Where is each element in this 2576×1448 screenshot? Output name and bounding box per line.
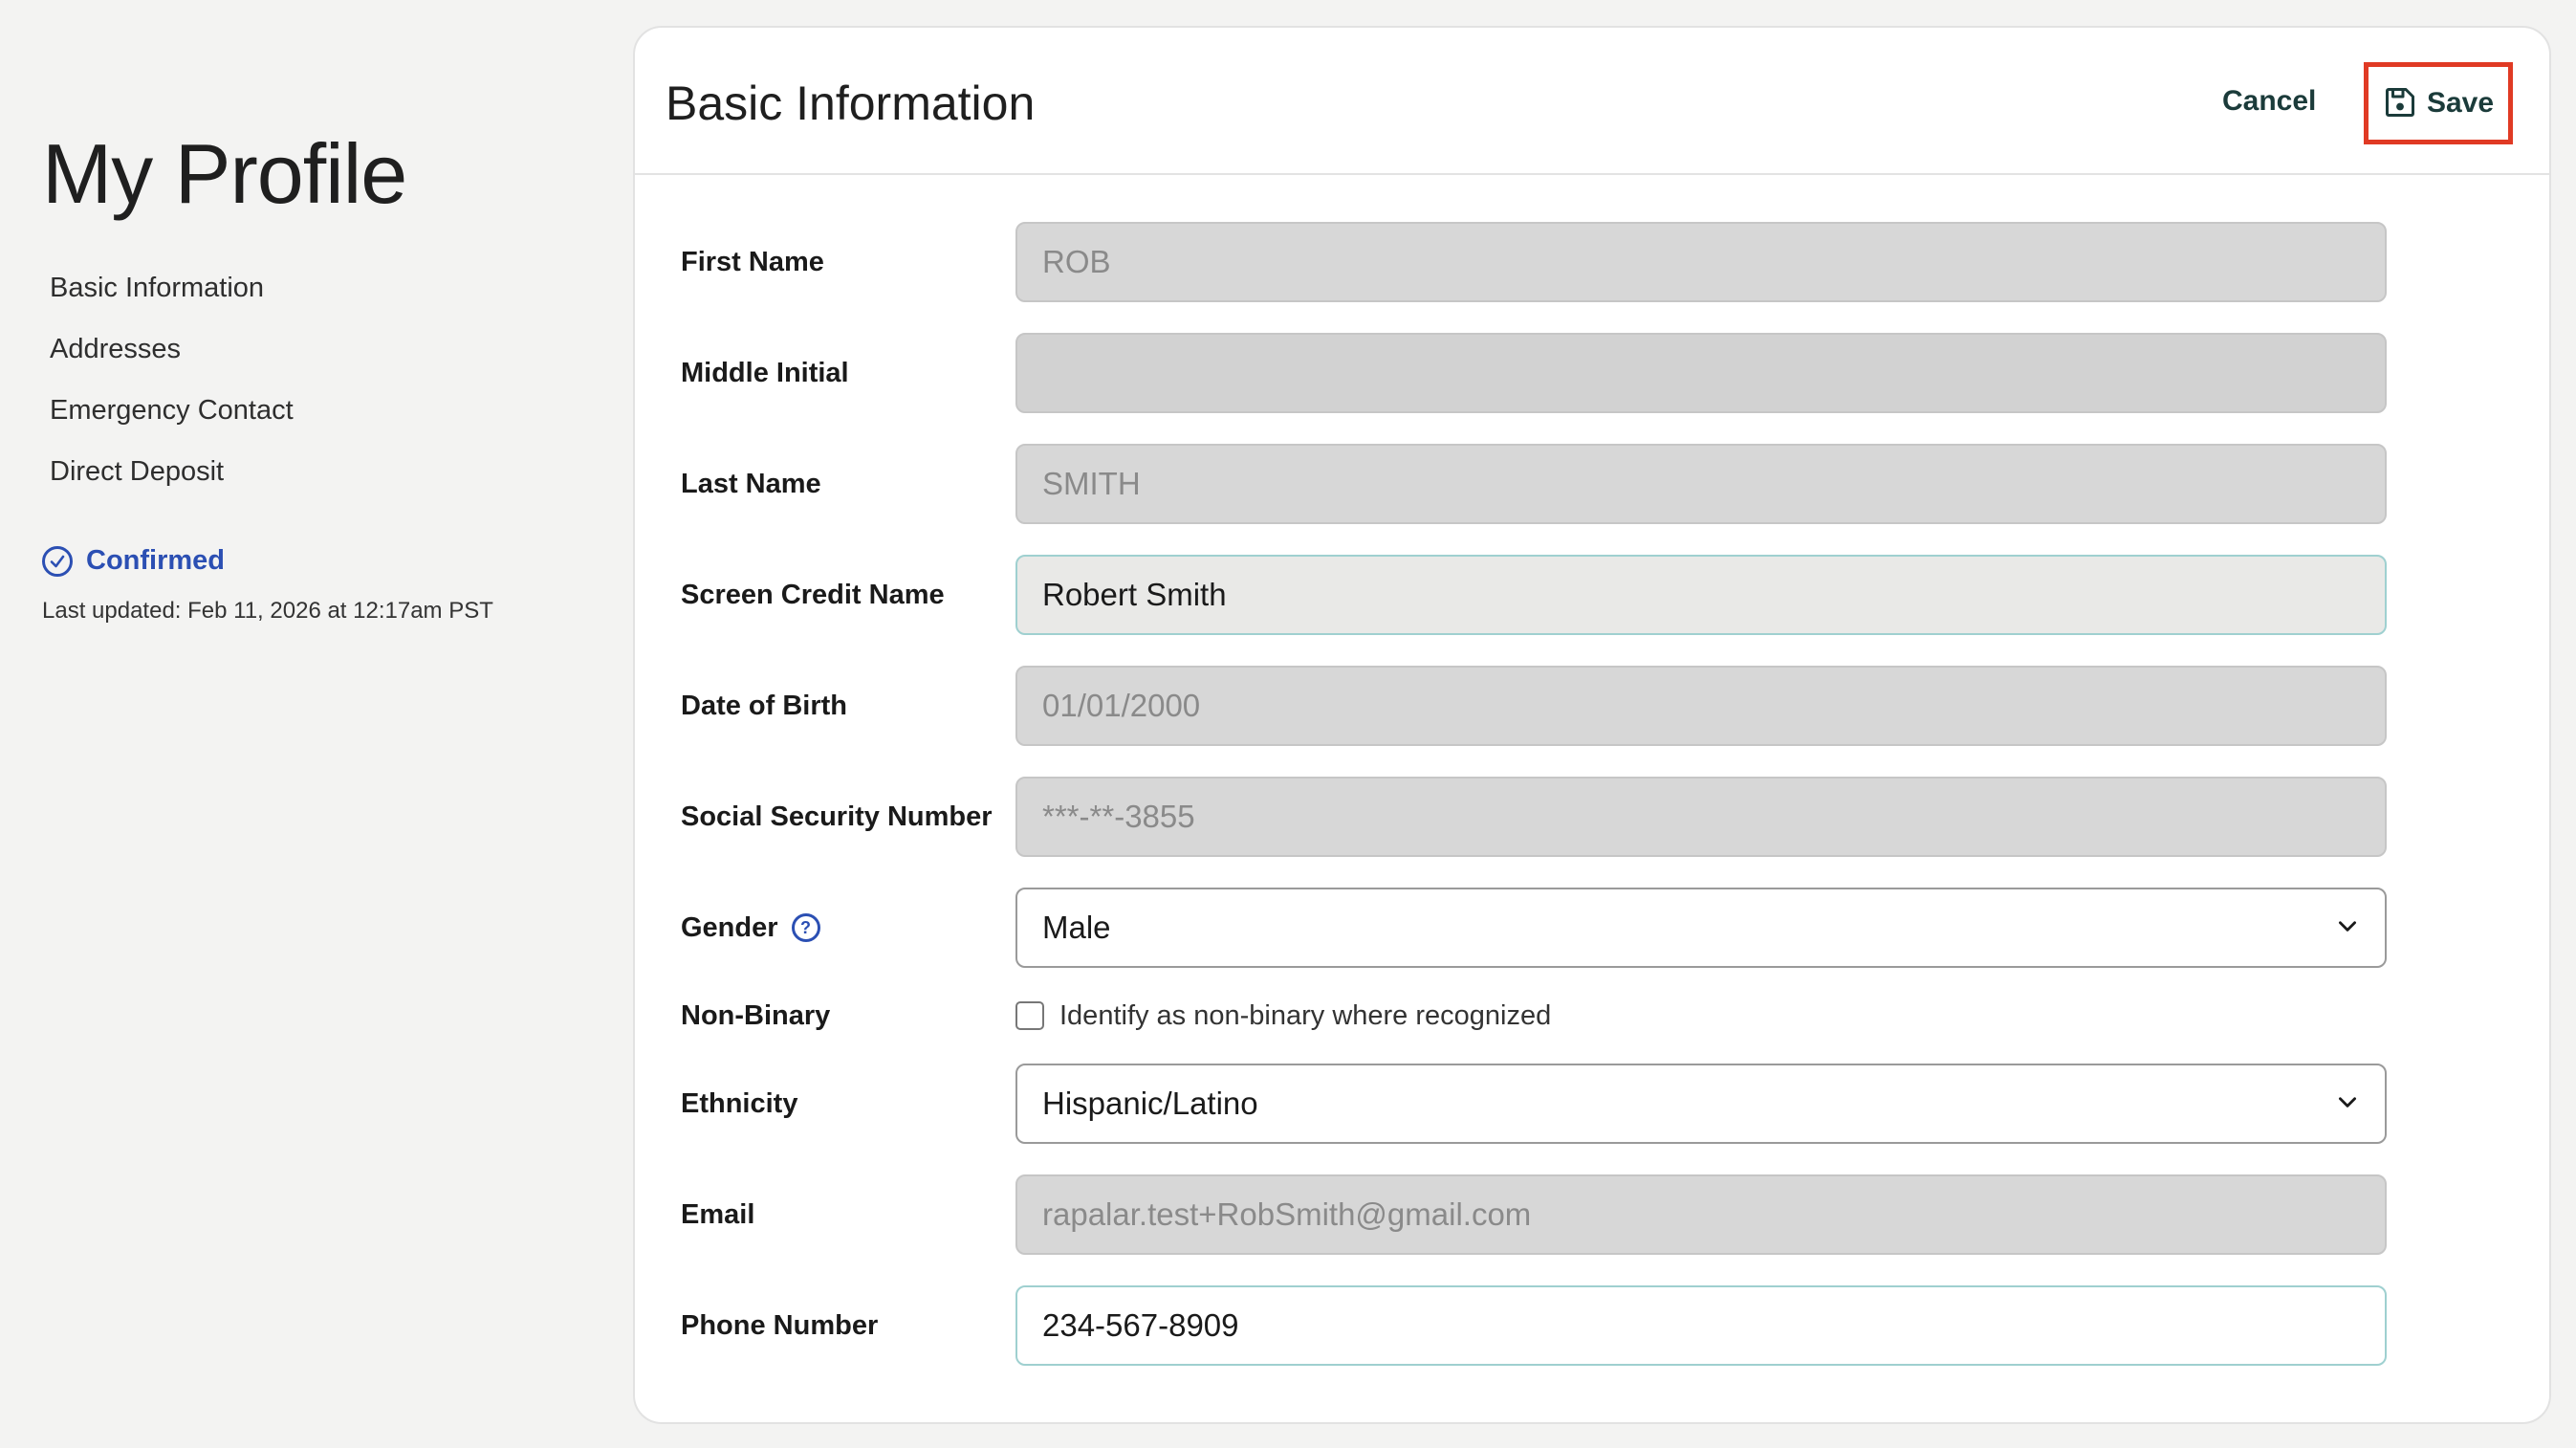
screen-credit-name-row: Screen Credit Name Robert Smith (635, 555, 2549, 635)
gender-select[interactable]: Male (1015, 888, 2387, 968)
save-button[interactable]: Save (2364, 62, 2513, 144)
middle-initial-row: Middle Initial (635, 333, 2549, 413)
email-field: rapalar.test+RobSmith@gmail.com (1015, 1174, 2387, 1255)
last-name-row: Last Name SMITH (635, 444, 2549, 524)
non-binary-row: Non-Binary Identify as non-binary where … (635, 992, 2549, 1040)
gender-selected-value: Male (1042, 910, 1111, 945)
nav-item-emergency-contact[interactable]: Emergency Contact (50, 388, 294, 450)
profile-nav: Basic Information Addresses Emergency Co… (50, 266, 294, 511)
chevron-down-icon (2335, 910, 2360, 946)
basic-information-card: Basic Information Cancel Save First Name… (633, 26, 2551, 1424)
confirmation-status: Confirmed (42, 545, 225, 577)
nav-item-basic-information[interactable]: Basic Information (50, 266, 294, 327)
middle-initial-label: Middle Initial (681, 358, 849, 388)
ssn-field: ***-**-3855 (1015, 777, 2387, 857)
floppy-disk-icon (2383, 85, 2417, 122)
nav-item-addresses[interactable]: Addresses (50, 327, 294, 388)
non-binary-checkbox-label[interactable]: Identify as non-binary where recognized (1059, 1000, 1551, 1032)
phone-row: Phone Number 234-567-8909 (635, 1285, 2549, 1366)
page-title: My Profile (42, 126, 407, 221)
date-of-birth-label: Date of Birth (681, 691, 847, 721)
non-binary-checkbox[interactable] (1015, 1001, 1044, 1030)
ssn-row: Social Security Number ***-**-3855 (635, 777, 2549, 857)
email-row: Email rapalar.test+RobSmith@gmail.com (635, 1174, 2549, 1255)
first-name-field: ROB (1015, 222, 2387, 302)
phone-input[interactable]: 234-567-8909 (1015, 1285, 2387, 1366)
card-title: Basic Information (666, 77, 1036, 130)
ethnicity-label: Ethnicity (681, 1088, 798, 1119)
email-label: Email (681, 1199, 755, 1230)
gender-row: Gender ? Male (635, 888, 2549, 968)
first-name-row: First Name ROB (635, 222, 2549, 302)
ethnicity-select[interactable]: Hispanic/Latino (1015, 1064, 2387, 1144)
first-name-label: First Name (681, 247, 824, 277)
nav-item-direct-deposit[interactable]: Direct Deposit (50, 450, 294, 511)
date-of-birth-row: Date of Birth 01/01/2000 (635, 666, 2549, 746)
non-binary-checkbox-wrap: Identify as non-binary where recognized (1015, 992, 1551, 1040)
screen-credit-name-label: Screen Credit Name (681, 580, 945, 610)
ethnicity-row: Ethnicity Hispanic/Latino (635, 1064, 2549, 1144)
last-updated-text: Last updated: Feb 11, 2026 at 12:17am PS… (42, 598, 493, 624)
non-binary-label: Non-Binary (681, 1000, 831, 1031)
save-label: Save (2426, 87, 2495, 119)
check-circle-icon (42, 545, 73, 577)
gender-label-wrap: Gender ? (681, 888, 820, 968)
question-circle-icon[interactable]: ? (791, 913, 820, 942)
cancel-button[interactable]: Cancel (2222, 85, 2316, 118)
ssn-label: Social Security Number (681, 801, 993, 832)
middle-initial-field (1015, 333, 2387, 413)
profile-sidebar: My Profile Basic Information Addresses E… (0, 0, 612, 1448)
last-name-label: Last Name (681, 469, 821, 499)
status-label: Confirmed (86, 545, 225, 576)
screen-credit-name-input[interactable]: Robert Smith (1015, 555, 2387, 635)
phone-label: Phone Number (681, 1310, 879, 1341)
last-name-field: SMITH (1015, 444, 2387, 524)
chevron-down-icon (2335, 1086, 2360, 1122)
ethnicity-selected-value: Hispanic/Latino (1042, 1086, 1258, 1121)
date-of-birth-field: 01/01/2000 (1015, 666, 2387, 746)
card-header: Basic Information Cancel Save (635, 28, 2549, 175)
gender-label: Gender (681, 912, 778, 943)
